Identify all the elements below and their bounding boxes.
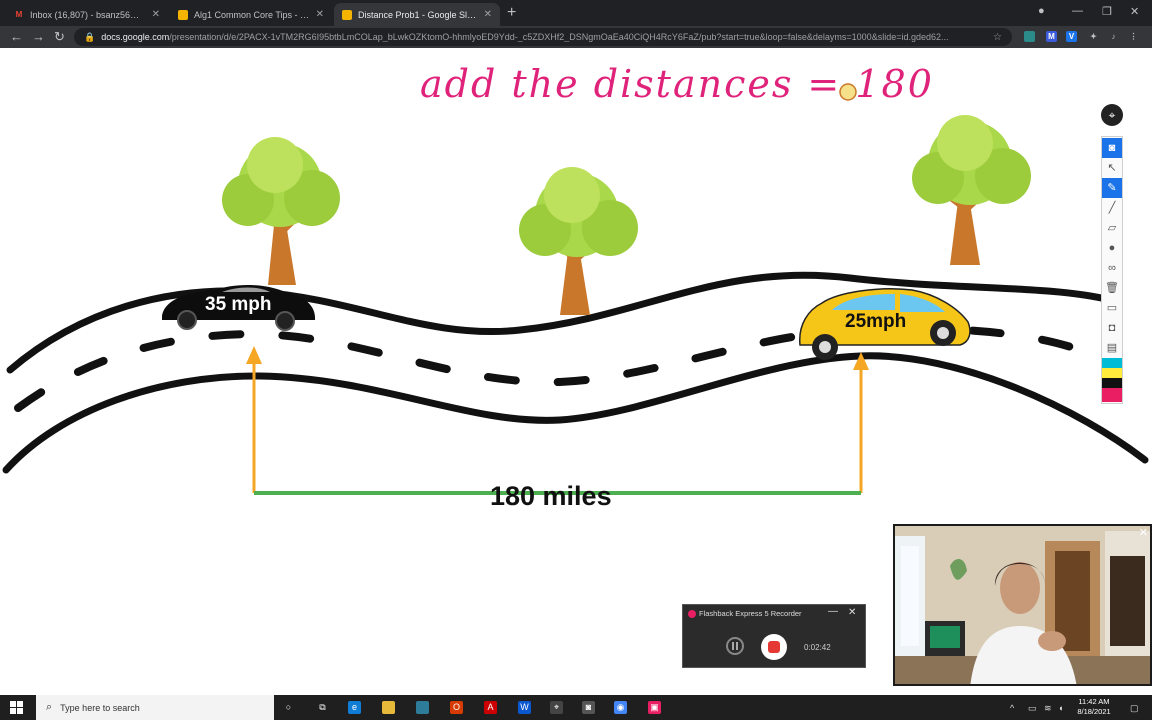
black-car-speed-label: 35 mph xyxy=(205,294,272,315)
arrow-right xyxy=(853,352,869,493)
annotation-tool-column: ◙ ↖ ✎ ╱ ▱ ● ∞ 🗑 ▭ ◘ ▤ xyxy=(1101,136,1123,404)
road-bottom-edge xyxy=(2,352,1149,474)
battery-icon[interactable]: ▭ xyxy=(1028,703,1037,714)
task-view-icon[interactable]: ○ xyxy=(282,701,295,714)
clock-date: 8/18/2021 xyxy=(1077,707,1111,716)
pen-icon[interactable]: ✎ xyxy=(1102,178,1122,198)
wifi-icon[interactable]: ≋ xyxy=(1044,703,1052,714)
recorder-title: Flashback Express 5 Recorder xyxy=(699,609,802,618)
tree-left xyxy=(222,137,340,285)
clipboard-icon[interactable]: ▤ xyxy=(1102,338,1122,358)
taskbar-search[interactable]: ⌕ Type here to search xyxy=(36,695,274,720)
color-swatch-magenta[interactable] xyxy=(1102,388,1122,402)
pause-button[interactable] xyxy=(726,637,744,655)
record-icon xyxy=(768,641,780,653)
flashback-icon[interactable]: ▣ xyxy=(648,701,661,714)
windows-taskbar: ⌕ Type here to search ○ ⧉ e O A W ⌖ ◙ ◉ … xyxy=(0,695,1152,720)
search-icon: ⌕ xyxy=(46,701,53,713)
multitask-icon[interactable]: ⧉ xyxy=(316,701,329,714)
color-swatch-black[interactable] xyxy=(1102,378,1122,388)
tree-middle xyxy=(519,167,638,315)
tree-right xyxy=(912,115,1031,265)
dot-icon[interactable]: ● xyxy=(1102,238,1122,258)
stop-record-button[interactable] xyxy=(761,634,787,660)
file-explorer-icon[interactable] xyxy=(382,701,395,714)
location-pin-icon[interactable]: ⌖ xyxy=(1101,104,1123,126)
word-icon[interactable]: W xyxy=(518,701,531,714)
pause-icon xyxy=(732,642,738,650)
capture-icon[interactable]: ◘ xyxy=(1102,318,1122,338)
camera-app-icon[interactable]: ◙ xyxy=(582,701,595,714)
webcam-close-icon[interactable]: ✕ xyxy=(1139,526,1148,539)
recording-timer: 0:02:42 xyxy=(804,643,831,652)
webcam-overlay[interactable]: ✕ xyxy=(893,524,1152,686)
recorder-minimize-icon[interactable]: — xyxy=(828,606,838,617)
color-swatch-yellow[interactable] xyxy=(1102,368,1122,378)
store-icon[interactable] xyxy=(416,701,429,714)
volume-icon[interactable]: ◖ xyxy=(1058,703,1063,713)
whiteboard-icon[interactable]: ▭ xyxy=(1102,298,1122,318)
annotation-toolbar: ⌖ ◙ ↖ ✎ ╱ ▱ ● ∞ 🗑 ▭ ◘ ▤ xyxy=(1101,104,1123,404)
recorder-close-icon[interactable]: ✕ xyxy=(848,607,856,618)
search-placeholder: Type here to search xyxy=(60,702,140,713)
recorder-window: Flashback Express 5 Recorder — ✕ 0:02:42 xyxy=(682,604,866,668)
acrobat-icon[interactable]: A xyxy=(484,701,497,714)
office-icon[interactable]: O xyxy=(450,701,463,714)
trash-icon[interactable]: 🗑 xyxy=(1102,278,1122,298)
windows-start-icon[interactable] xyxy=(10,701,23,714)
clock-time: 11:42 AM xyxy=(1078,697,1110,706)
color-swatch-cyan[interactable] xyxy=(1102,358,1122,368)
distance-label: 180 miles xyxy=(490,481,612,511)
arrow-left xyxy=(246,346,262,493)
recorder-logo-icon xyxy=(688,610,696,618)
yellow-car-speed-label: 25mph xyxy=(845,311,907,332)
notifications-icon[interactable]: ▢ xyxy=(1130,703,1139,714)
marker-icon[interactable]: ╱ xyxy=(1102,198,1122,218)
cursor-icon[interactable]: ↖ xyxy=(1102,158,1122,178)
eraser-icon[interactable]: ▱ xyxy=(1102,218,1122,238)
tray-chevron-icon[interactable]: ^ xyxy=(1010,703,1014,713)
text-icon[interactable]: ∞ xyxy=(1102,258,1122,278)
webcam-feed xyxy=(895,526,1150,684)
edge-icon[interactable]: e xyxy=(348,701,361,714)
chrome-icon[interactable]: ◉ xyxy=(614,701,627,714)
taskbar-clock[interactable]: 11:42 AM 8/18/2021 xyxy=(1070,697,1118,717)
handwritten-annotation: add the distances = 180 xyxy=(420,62,934,106)
camera-icon[interactable]: ◙ xyxy=(1102,138,1122,158)
maps-icon[interactable]: ⌖ xyxy=(550,701,563,714)
